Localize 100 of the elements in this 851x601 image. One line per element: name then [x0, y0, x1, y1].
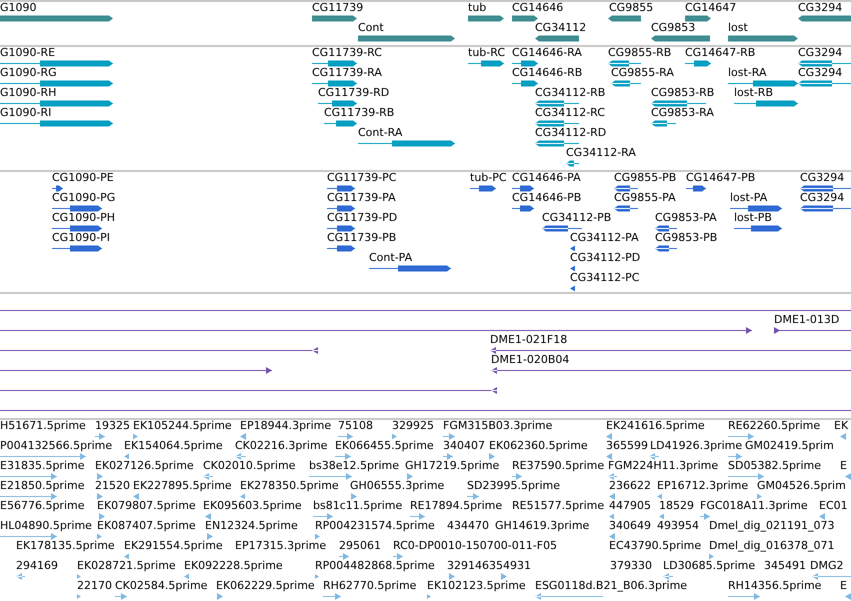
feature-label: CG9853-RB	[651, 86, 714, 99]
feature-label: EK	[834, 419, 848, 432]
feature-label: CG34112-PD	[570, 251, 640, 264]
feature-label: E31835.5prime	[0, 459, 84, 472]
feature-label: RC0-DP0010-150700-011-F05	[393, 539, 558, 552]
feature-label: EK079807.5prime	[97, 499, 196, 512]
feature-label: CG9855-RB	[608, 46, 672, 59]
feature-label: 295061	[339, 539, 381, 552]
feature-label: bs81c11.5prime	[313, 499, 402, 512]
feature-label: 345491	[764, 559, 806, 572]
feature-label: EN12324.5prime	[205, 519, 298, 532]
feature-label: CG11739-RC	[312, 46, 382, 59]
feature-label: G1090-RH	[0, 86, 56, 99]
feature-label: EK291554.5prime	[124, 539, 223, 552]
feature-label: SD23995.5prime	[467, 479, 560, 492]
feature-label: CG34112-RD	[535, 126, 606, 139]
feature-label: tub-RC	[468, 46, 506, 59]
feature-label: CG9855-RA	[611, 66, 674, 79]
feature-label: FGM315B03.3prime	[443, 419, 552, 432]
feature-label: CG1090-PI	[52, 231, 110, 244]
feature-label: CG14646-PA	[512, 171, 581, 184]
feature-label: CG11739-PD	[327, 211, 398, 224]
feature-label: 447905	[609, 499, 651, 512]
feature-label: 21520	[95, 479, 130, 492]
feature-label: CG9853-PB	[655, 231, 718, 244]
feature-label: EK062360.5prime	[489, 439, 588, 452]
feature-label: CG11739-PA	[327, 191, 396, 204]
feature-label: EK278350.5prime	[240, 479, 339, 492]
feature-label: FGC018A11.3prime	[700, 499, 808, 512]
feature-label: EP17315.3prime	[235, 539, 326, 552]
feature-label: 22170	[77, 579, 112, 592]
feature-label: 18529	[659, 499, 694, 512]
feature-label: EK227895.5prime	[133, 479, 232, 492]
feature-label: E56776.5prime	[0, 499, 84, 512]
feature-label: RE37590.5prime	[512, 459, 604, 472]
feature-label: CG3294	[798, 1, 842, 14]
feature-label: tub	[468, 1, 486, 14]
feature-label: CG9853	[651, 21, 696, 34]
feature-label: CG3294	[800, 191, 844, 204]
feature-label: RE17894.5prime	[410, 499, 502, 512]
feature-label: EC01	[819, 499, 848, 512]
feature-label: 75108	[338, 419, 373, 432]
feature-label: CK02216.3prime	[235, 439, 328, 452]
feature-label: CG14646-RB	[512, 66, 582, 79]
feature-label: 329925	[392, 419, 434, 432]
feature-label: CK02010.5prime	[203, 459, 296, 472]
feature-label: CG14646	[512, 1, 564, 14]
feature-label: CG9855-PB	[614, 171, 676, 184]
feature-label: DME1-020B04	[491, 353, 570, 366]
feature-label: EP16712.3prime	[657, 479, 748, 492]
feature-label: Cont-RA	[358, 126, 402, 139]
feature-label: 19325	[95, 419, 130, 432]
feature-label: CG11739-RD	[318, 86, 390, 99]
feature-label: GM02419.5prim	[745, 439, 834, 452]
feature-label: E21850.5prime	[0, 479, 84, 492]
feature-label: 434470	[447, 519, 489, 532]
feature-label: CG1090-PG	[52, 191, 116, 204]
feature-label: G1090	[0, 1, 37, 14]
feature-label: RH62770.5prime	[323, 579, 416, 592]
feature-label: Cont	[358, 21, 384, 34]
feature-label: lost-PA	[730, 191, 768, 204]
feature-label: 493954	[657, 519, 699, 532]
feature-label: G1090-RI	[0, 106, 52, 119]
feature-label: Dmel_dig_021191_073	[709, 519, 835, 532]
feature-label: CG3294	[798, 66, 842, 79]
feature-label: EK105244.5prime	[133, 419, 232, 432]
feature-label: EK095603.5prime	[203, 499, 302, 512]
feature-label: E	[840, 459, 847, 472]
feature-label: E	[840, 579, 847, 592]
feature-label: G1090-RE	[0, 46, 56, 59]
feature-label: CG9855	[609, 1, 654, 14]
feature-label: lost-RA	[728, 66, 767, 79]
feature-label: EK062229.5prime	[216, 579, 315, 592]
feature-label: DME1-021F18	[490, 333, 568, 346]
feature-label: CG34112-PB	[542, 211, 612, 224]
feature-label: EP18944.3prime	[240, 419, 332, 432]
feature-label: 329146	[447, 559, 489, 572]
feature-label: EK027126.5prime	[95, 459, 194, 472]
feature-label: 340407	[443, 439, 485, 452]
feature-label: CG34112-RC	[535, 106, 605, 119]
feature-label: CG14646-PB	[512, 191, 582, 204]
feature-label: Cont-PA	[369, 251, 412, 264]
feature-label: CG34112-PA	[570, 231, 639, 244]
feature-label: RE51577.5prime	[512, 499, 604, 512]
feature-label: EK087407.5prime	[97, 519, 196, 532]
feature-label: EK241616.5prime	[606, 419, 705, 432]
feature-label: LD41926.3prime	[650, 439, 742, 452]
feature-label: RP004482868.5prime	[315, 559, 435, 572]
feature-label: CG14647-RB	[685, 46, 756, 59]
feature-label: lost-RB	[734, 86, 773, 99]
feature-label: GH17219.5prime	[405, 459, 500, 472]
feature-label: CG34112-RA	[566, 146, 636, 159]
feature-label: bs38e12.5prime	[309, 459, 400, 472]
feature-label: RP004231574.5prime	[315, 519, 435, 532]
feature-label: CG34112-PC	[570, 271, 640, 284]
feature-label: CG11739-RA	[312, 66, 382, 79]
feature-label: CG34112-RB	[535, 86, 606, 99]
feature-label: LD30685.5prime	[663, 559, 756, 572]
feature-label: CG11739-PC	[327, 171, 396, 184]
feature-label: P004132566.5prime	[0, 439, 112, 452]
